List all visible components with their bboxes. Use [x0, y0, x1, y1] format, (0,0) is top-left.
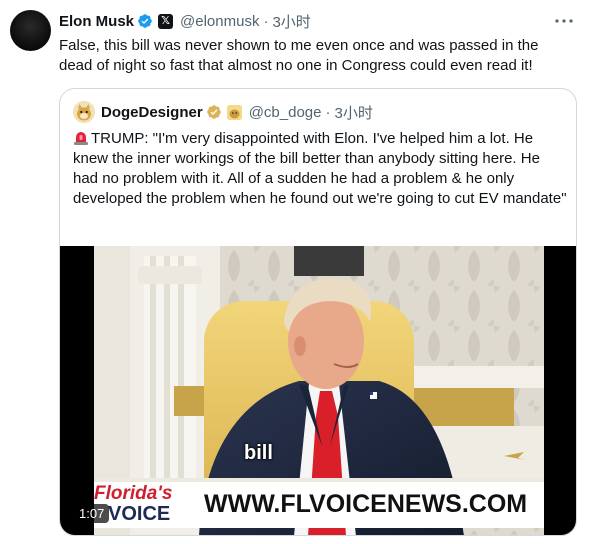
video-frame: bill Florida's VOICE WWW.FLVOICENEWS.COM	[94, 246, 544, 535]
verified-badge-icon	[206, 105, 221, 119]
video-player[interactable]: bill Florida's VOICE WWW.FLVOICENEWS.COM…	[60, 246, 576, 535]
verified-badge-icon	[138, 14, 152, 28]
quoted-tweet-header: DogeDesigner @cb_doge · 3小时	[73, 101, 373, 123]
quoted-tweet[interactable]: DogeDesigner @cb_doge · 3小时 TRUMP: "I'm …	[59, 88, 577, 536]
video-caption: bill	[244, 442, 273, 464]
more-options-icon[interactable]	[554, 12, 574, 30]
affiliate-doge-badge-icon	[226, 104, 242, 120]
quoted-author-avatar[interactable]	[73, 101, 95, 123]
author-avatar[interactable]	[10, 10, 51, 51]
tweet-timestamp[interactable]: 3小时	[272, 11, 310, 32]
quoted-tweet-text: TRUMP: "I'm very disappointed with Elon.…	[73, 130, 567, 207]
news-url-banner: WWW.FLVOICENEWS.COM	[204, 490, 528, 518]
quoted-author-name[interactable]: DogeDesigner	[101, 104, 203, 121]
header-separator: ·	[263, 12, 269, 30]
author-name[interactable]: Elon Musk	[59, 13, 134, 30]
video-duration: 1:07	[74, 504, 110, 523]
quoted-tweet-timestamp[interactable]: 3小时	[334, 102, 372, 123]
quoted-tweet-text-container: TRUMP: "I'm very disappointed with Elon.…	[73, 129, 567, 209]
tweet-header: Elon Musk 𝕏 @elonmusk · 3小时	[59, 11, 311, 31]
tweet-text: False, this bill was never shown to me e…	[59, 37, 539, 74]
quoted-header-separator: ·	[325, 103, 331, 121]
police-siren-emoji-icon	[74, 132, 88, 145]
author-handle[interactable]: @elonmusk	[180, 13, 259, 30]
news-logo-line1: Florida's	[94, 483, 173, 504]
x-affiliate-badge-icon: 𝕏	[158, 13, 174, 29]
quoted-author-handle[interactable]: @cb_doge	[249, 104, 322, 121]
